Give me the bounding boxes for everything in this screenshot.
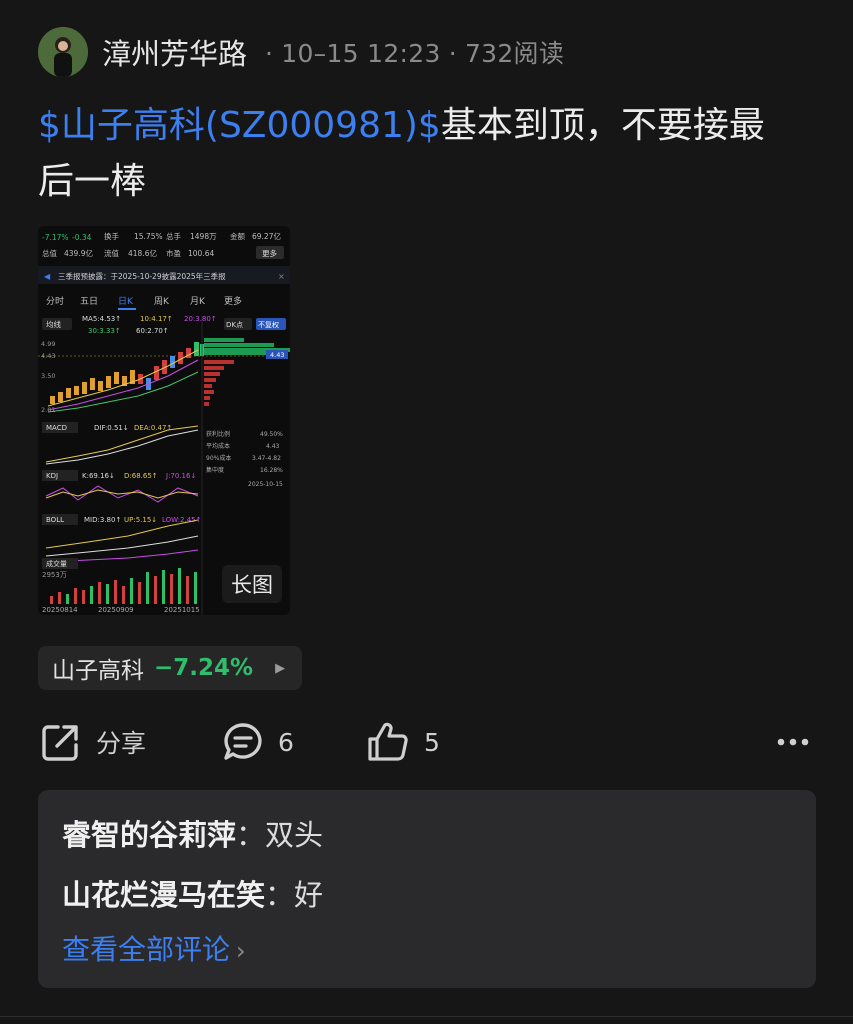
chevron-right-icon: ▶ (275, 660, 286, 676)
svg-text:90%成本: 90%成本 (206, 454, 231, 462)
svg-text:×: × (278, 272, 285, 281)
svg-text:平均成本: 平均成本 (206, 442, 230, 450)
svg-text:4.99: 4.99 (41, 340, 55, 348)
comment-button[interactable]: 6 (222, 716, 294, 768)
svg-text:DIF:0.51↓: DIF:0.51↓ (94, 424, 129, 432)
comment-count: 6 (278, 727, 294, 757)
svg-text:439.9亿: 439.9亿 (64, 248, 93, 258)
svg-text:◀: ◀ (44, 272, 51, 281)
divider (0, 1016, 853, 1017)
share-icon (42, 725, 78, 761)
svg-text:流值: 流值 (104, 248, 119, 258)
action-bar: 分享 6 5 (0, 716, 853, 768)
svg-text:4.43: 4.43 (270, 351, 284, 359)
timestamp: 10–15 12:23 (281, 39, 441, 68)
svg-text:获利比例: 获利比例 (206, 430, 230, 438)
comment-preview-box: 睿智的谷莉萍：双头 山花烂漫马在笑：好 查看全部评论 › (38, 790, 816, 988)
stock-quote-chip[interactable]: 山子高科 −7.24% ▶ (38, 646, 302, 690)
svg-text:49.50%: 49.50% (260, 431, 283, 438)
username[interactable]: 漳州芳华路 (102, 31, 247, 73)
svg-text:更多: 更多 (262, 248, 277, 258)
svg-text:换手: 换手 (104, 231, 119, 241)
svg-text:月K: 月K (190, 296, 206, 307)
like-count: 5 (424, 727, 440, 757)
stock-name: 山子高科 (52, 658, 144, 684)
comment-author[interactable]: 睿智的谷莉萍 (62, 818, 236, 852)
svg-text:-0.34: -0.34 (72, 233, 92, 242)
svg-text:20250814: 20250814 (42, 606, 78, 614)
comment-author[interactable]: 山花烂漫马在笑 (62, 878, 265, 912)
post-text-1: 基本到顶，不要接最 (440, 105, 765, 146)
svg-text:周K: 周K (154, 296, 170, 307)
svg-text:分时: 分时 (46, 295, 64, 307)
comment-text: 好 (294, 878, 324, 912)
svg-text:金额: 金额 (230, 231, 245, 241)
svg-text:集中度: 集中度 (206, 466, 224, 474)
svg-text:MID:3.80↑: MID:3.80↑ (84, 516, 121, 524)
svg-text:3.47-4.82: 3.47-4.82 (252, 455, 281, 462)
chart-screenshot-image[interactable]: -7.17% -0.34 换手 15.75% 总手 1498万 金额 69.27… (38, 226, 290, 615)
like-button[interactable]: 5 (366, 716, 440, 768)
svg-text:均线: 均线 (46, 319, 61, 329)
thumb-pct: -7.17% (42, 233, 69, 242)
comment-icon (224, 723, 262, 760)
svg-text:K:69.16↓: K:69.16↓ (82, 472, 115, 480)
svg-text:1498万: 1498万 (190, 232, 217, 241)
share-label: 分享 (96, 729, 147, 758)
svg-text:20250909: 20250909 (98, 606, 134, 614)
thumb-notice: 三季报预披露：于2025-10-29披露2025年三季报 (58, 271, 226, 281)
avatar[interactable] (38, 27, 88, 77)
svg-text:BOLL: BOLL (46, 516, 64, 524)
post-text-2: 后一棒 (38, 161, 147, 202)
svg-text:DK点: DK点 (226, 321, 243, 329)
svg-text:20251015: 20251015 (164, 606, 200, 614)
post-body: $山子高科(SZ000981)$基本到顶，不要接最 后一棒 (38, 98, 818, 210)
svg-text:16.28%: 16.28% (260, 467, 283, 474)
stock-tag-link[interactable]: $山子高科(SZ000981)$ (38, 105, 441, 146)
svg-text:KDJ: KDJ (46, 472, 58, 480)
svg-text:五日: 五日 (80, 296, 98, 307)
svg-text:60:2.70↑: 60:2.70↑ (136, 327, 169, 335)
svg-text:4.43: 4.43 (266, 443, 280, 450)
svg-text:2025-10-15: 2025-10-15 (248, 481, 283, 488)
svg-text:30:3.33↑: 30:3.33↑ (88, 327, 121, 335)
svg-text:D:68.65↑: D:68.65↑ (124, 472, 158, 480)
svg-text:日K: 日K (118, 296, 134, 307)
post-header: 漳州芳华路 · 10–15 12:23 · 732阅读 (38, 26, 564, 78)
comment-item[interactable]: 山花烂漫马在笑：好 (62, 872, 323, 914)
svg-text:100.64: 100.64 (188, 249, 214, 258)
comment-text: 双头 (265, 818, 324, 852)
svg-text:418.6亿: 418.6亿 (128, 248, 157, 258)
svg-text:总值: 总值 (42, 248, 57, 258)
svg-text:市盈: 市盈 (166, 248, 181, 258)
svg-text:3.50: 3.50 (41, 372, 55, 380)
svg-text:15.75%: 15.75% (134, 232, 163, 241)
svg-text:J:70.16↓: J:70.16↓ (165, 472, 196, 480)
chevron-right-icon: › (236, 937, 246, 965)
stock-change: −7.24% (154, 655, 254, 681)
svg-text:总手: 总手 (166, 231, 181, 241)
svg-text:成交量: 成交量 (46, 559, 67, 568)
post-meta: · 10–15 12:23 · 732阅读 (265, 39, 565, 68)
svg-text:69.27亿: 69.27亿 (252, 231, 281, 241)
svg-text:20:3.80↑: 20:3.80↑ (184, 315, 217, 323)
comment-item[interactable]: 睿智的谷莉萍：双头 (62, 812, 323, 854)
svg-text:更多: 更多 (224, 295, 242, 307)
svg-text:10:4.17↑: 10:4.17↑ (140, 315, 173, 323)
thumbs-up-icon (368, 722, 408, 761)
view-all-comments-link[interactable]: 查看全部评论 › (62, 928, 246, 968)
share-button[interactable]: 分享 (40, 716, 146, 768)
svg-text:不复权: 不复权 (258, 320, 279, 329)
svg-text:2953万: 2953万 (42, 571, 67, 579)
more-options-button[interactable] (776, 716, 824, 768)
svg-text:MA5:4.53↑: MA5:4.53↑ (82, 315, 121, 323)
long-image-badge: 长图 (222, 565, 282, 603)
read-count: 732阅读 (464, 39, 565, 68)
svg-text:UP:5.15↓: UP:5.15↓ (124, 516, 157, 524)
svg-text:MACD: MACD (46, 424, 67, 432)
more-dots-icon (777, 738, 809, 746)
